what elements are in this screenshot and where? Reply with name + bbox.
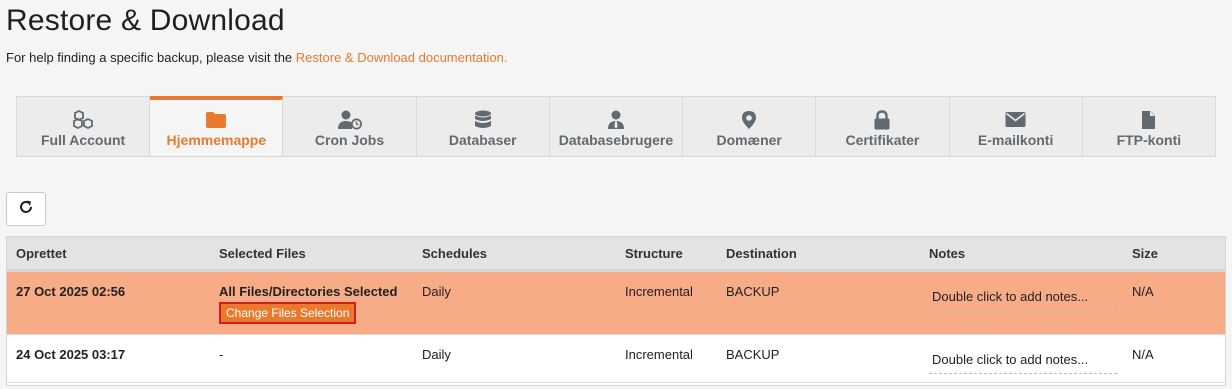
selected-files-cell: -: [219, 347, 224, 362]
selected-files-text: All Files/Directories Selected: [219, 284, 398, 299]
user-tie-icon: [607, 109, 625, 130]
tab-label: E-mailkonti: [977, 132, 1054, 148]
notes-cell: Double click to add notes...: [920, 272, 1123, 311]
file-icon: [1141, 109, 1156, 130]
restore-download-page: Restore & Download For help finding a sp…: [0, 0, 1232, 389]
refresh-button[interactable]: [6, 192, 46, 226]
tab-domains[interactable]: Domæner: [683, 97, 817, 156]
page-title: Restore & Download: [6, 4, 285, 37]
tab-label: Domæner: [716, 132, 782, 148]
backup-type-tabs: Full Account Hjemmemappe Cron Jobs Datab…: [16, 96, 1216, 157]
tab-certificates[interactable]: Certifikater: [816, 97, 950, 156]
notes-editable[interactable]: Double click to add notes...: [929, 284, 1117, 311]
refresh-icon: [18, 199, 34, 220]
help-prefix: For help finding a specific backup, plea…: [6, 50, 296, 65]
structure-cell: Incremental: [625, 284, 693, 299]
tab-label: Full Account: [40, 132, 126, 148]
destination-cell: BACKUP: [726, 347, 780, 362]
database-icon: [474, 109, 492, 130]
change-files-selection-button[interactable]: Change Files Selection: [219, 302, 357, 324]
column-header-notes[interactable]: Notes: [920, 246, 1123, 261]
tab-full-account[interactable]: Full Account: [17, 97, 151, 156]
column-header-created[interactable]: Oprettet: [7, 246, 210, 261]
structure-cell: Incremental: [625, 347, 693, 362]
schedule-cell: Daily: [422, 284, 451, 299]
tab-cron-jobs[interactable]: Cron Jobs: [283, 97, 417, 156]
table-header: Oprettet Selected Files Schedules Struct…: [7, 237, 1225, 272]
column-header-size[interactable]: Size: [1123, 246, 1223, 261]
table-row[interactable]: 24 Oct 2025 03:17 - Daily Incremental BA…: [7, 335, 1225, 383]
size-cell: N/A: [1132, 284, 1154, 299]
created-cell: 27 Oct 2025 02:56: [16, 284, 126, 299]
created-cell: 24 Oct 2025 03:17: [16, 347, 126, 362]
schedule-cell: Daily: [422, 347, 451, 362]
documentation-link[interactable]: Restore & Download documentation.: [296, 50, 508, 65]
map-marker-icon: [741, 109, 757, 130]
tab-databases[interactable]: Databaser: [417, 97, 550, 156]
user-clock-icon: [337, 109, 363, 130]
tab-ftp-accounts[interactable]: FTP-konti: [1083, 97, 1215, 156]
tab-label: Hjemmemappe: [166, 132, 267, 148]
notes-cell: Double click to add notes...: [920, 335, 1123, 374]
tab-home-directory[interactable]: Hjemmemappe: [150, 96, 284, 156]
tab-email-accounts[interactable]: E-mailkonti: [950, 97, 1083, 156]
table-row[interactable]: 27 Oct 2025 02:56 All Files/Directories …: [7, 272, 1225, 335]
folder-icon: [205, 109, 227, 130]
help-text: For help finding a specific backup, plea…: [6, 50, 508, 65]
column-header-destination[interactable]: Destination: [717, 246, 920, 261]
tab-label: FTP-konti: [1116, 132, 1182, 148]
lock-icon: [873, 109, 891, 130]
tab-label: Databaser: [448, 132, 517, 148]
tab-label: Cron Jobs: [314, 132, 385, 148]
selected-files-cell: All Files/Directories Selected Change Fi…: [210, 272, 413, 324]
size-cell: N/A: [1132, 347, 1154, 362]
column-header-selected-files[interactable]: Selected Files: [210, 246, 413, 261]
tab-database-users[interactable]: Databasebrugere: [550, 97, 684, 156]
cubes-icon: [73, 109, 94, 130]
notes-editable[interactable]: Double click to add notes...: [929, 347, 1117, 374]
column-header-schedules[interactable]: Schedules: [413, 246, 616, 261]
column-header-structure[interactable]: Structure: [616, 246, 717, 261]
backups-table: Oprettet Selected Files Schedules Struct…: [6, 236, 1226, 386]
destination-cell: BACKUP: [726, 284, 780, 299]
tab-label: Certifikater: [845, 132, 920, 148]
tab-label: Databasebrugere: [558, 132, 674, 148]
envelope-icon: [1005, 109, 1026, 130]
